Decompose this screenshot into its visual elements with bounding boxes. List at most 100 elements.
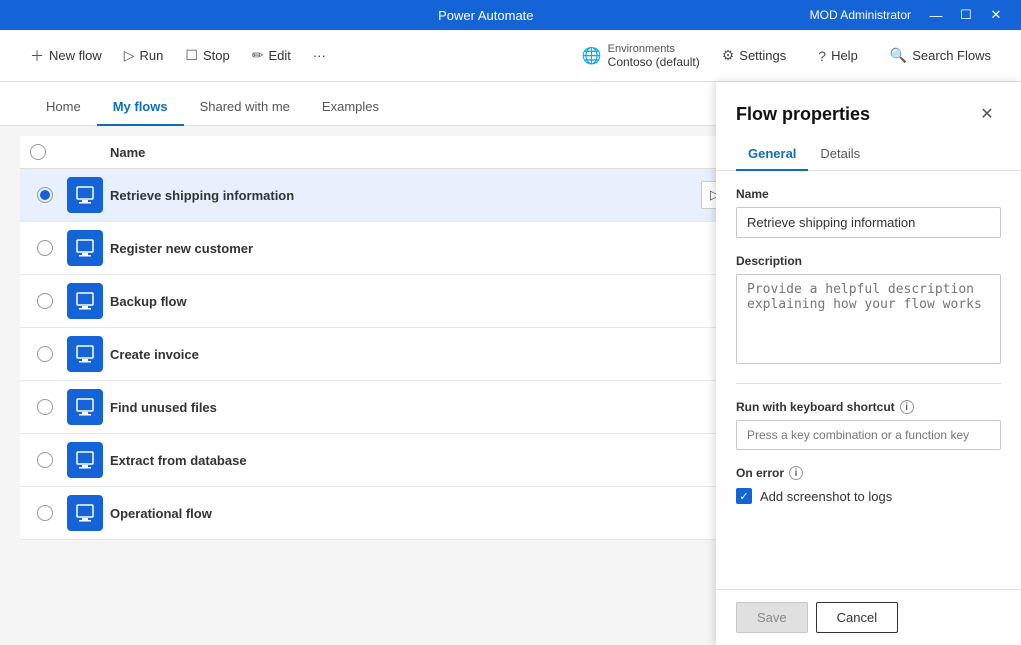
env-label: Environments [608,43,700,55]
env-name: Contoso (default) [608,55,700,69]
title-bar: Power Automate MOD Administrator — ☐ ✕ [0,0,1021,30]
header-check [30,144,60,160]
row-radio[interactable] [30,346,60,362]
name-field-group: Name [736,187,1001,238]
section-divider [736,383,1001,384]
checkmark-icon: ✓ [739,490,748,503]
settings-label: Settings [739,48,786,63]
row-radio[interactable] [30,240,60,256]
tab-shared-with-me[interactable]: Shared with me [184,89,306,126]
help-icon: ? [818,48,826,64]
panel-close-button[interactable]: ✕ [973,100,1001,128]
flow-icon [67,230,103,266]
add-screenshot-label: Add screenshot to logs [760,489,892,504]
flow-name: Register new customer [110,241,701,256]
row-radio[interactable] [30,452,60,468]
on-error-label: On error i [736,466,1001,480]
edit-icon: ✏ [252,47,264,64]
settings-icon: ⚙ [722,47,735,64]
panel-tab-general[interactable]: General [736,138,808,171]
description-field-group: Description [736,254,1001,367]
settings-button[interactable]: ⚙ Settings [712,41,797,70]
help-button[interactable]: ? Help [808,42,868,70]
main-container: Home My flows Shared with me Examples Na… [0,82,1021,645]
environment-selector[interactable]: 🌐 Environments Contoso (default) [582,43,700,69]
panel-header: Flow properties ✕ [716,82,1021,138]
select-all-radio[interactable] [30,144,46,160]
row-radio[interactable] [30,505,60,521]
toolbar-right: 🌐 Environments Contoso (default) ⚙ Setti… [582,41,1001,70]
more-label: ··· [313,48,326,63]
close-button[interactable]: ✕ [983,2,1009,28]
panel-tabs: General Details [716,138,1021,171]
plus-icon: ＋ [30,46,44,66]
user-name: MOD Administrator [810,8,911,22]
flow-icon [67,336,103,372]
name-label: Name [736,187,1001,201]
toolbar: ＋ New flow ▷ Run ☐ Stop ✏ Edit ··· 🌐 Env… [0,30,1021,82]
tab-home[interactable]: Home [30,89,97,126]
help-label: Help [831,48,858,63]
run-label: Run [140,48,164,63]
flow-name: Retrieve shipping information [110,188,701,203]
flow-icon-cell [60,177,110,213]
stop-button[interactable]: ☐ Stop [175,41,239,70]
keyboard-info-icon[interactable]: i [900,400,914,414]
edit-label: Edit [268,48,290,63]
run-icon: ▷ [124,47,135,64]
flow-icon-cell [60,283,110,319]
panel-tab-details[interactable]: Details [808,138,872,171]
environment-info: Environments Contoso (default) [608,43,700,69]
name-input[interactable] [736,207,1001,238]
panel-footer: Save Cancel [716,589,1021,645]
new-flow-label: New flow [49,48,102,63]
on-error-info-icon[interactable]: i [789,466,803,480]
flow-icon [67,283,103,319]
flow-icon-cell [60,495,110,531]
search-button[interactable]: 🔍 Search Flows [880,41,1001,70]
on-error-group: On error i ✓ Add screenshot to logs [736,466,1001,504]
toolbar-left: ＋ New flow ▷ Run ☐ Stop ✏ Edit ··· [20,40,578,72]
panel-body: Name Description Run with keyboard short… [716,171,1021,589]
run-button[interactable]: ▷ Run [114,41,174,70]
keyboard-shortcut-input[interactable] [736,420,1001,450]
maximize-button[interactable]: ☐ [953,2,979,28]
keyboard-shortcut-group: Run with keyboard shortcut i [736,400,1001,450]
flow-icon-cell [60,230,110,266]
row-radio[interactable] [30,399,60,415]
new-flow-button[interactable]: ＋ New flow [20,40,112,72]
cancel-button[interactable]: Cancel [816,602,898,633]
stop-icon: ☐ [185,47,198,64]
save-button[interactable]: Save [736,602,808,633]
add-screenshot-row: ✓ Add screenshot to logs [736,488,1001,504]
window-controls: MOD Administrator — ☐ ✕ [810,2,1009,28]
flow-icon [67,442,103,478]
flow-properties-panel: Flow properties ✕ General Details Name D… [716,82,1021,645]
description-textarea[interactable] [736,274,1001,364]
tab-my-flows[interactable]: My flows [97,89,184,126]
flow-name: Extract from database [110,453,701,468]
add-screenshot-checkbox[interactable]: ✓ [736,488,752,504]
flow-icon-cell [60,336,110,372]
flow-name: Operational flow [110,506,701,521]
flow-name: Backup flow [110,294,701,309]
flow-icon-cell [60,389,110,425]
environment-icon: 🌐 [582,46,602,66]
search-label: Search Flows [912,48,991,63]
flow-icon [67,389,103,425]
flow-name: Find unused files [110,400,701,415]
header-name: Name [110,145,701,160]
tab-examples[interactable]: Examples [306,89,395,126]
edit-button[interactable]: ✏ Edit [242,41,301,70]
flow-icon-cell [60,442,110,478]
app-title: Power Automate [438,8,533,23]
search-icon: 🔍 [890,47,907,64]
row-radio[interactable] [30,187,60,203]
row-radio[interactable] [30,293,60,309]
keyboard-label: Run with keyboard shortcut i [736,400,1001,414]
description-label: Description [736,254,1001,268]
flow-icon [67,177,103,213]
flow-name: Create invoice [110,347,701,362]
minimize-button[interactable]: — [923,2,949,28]
more-button[interactable]: ··· [303,42,336,69]
